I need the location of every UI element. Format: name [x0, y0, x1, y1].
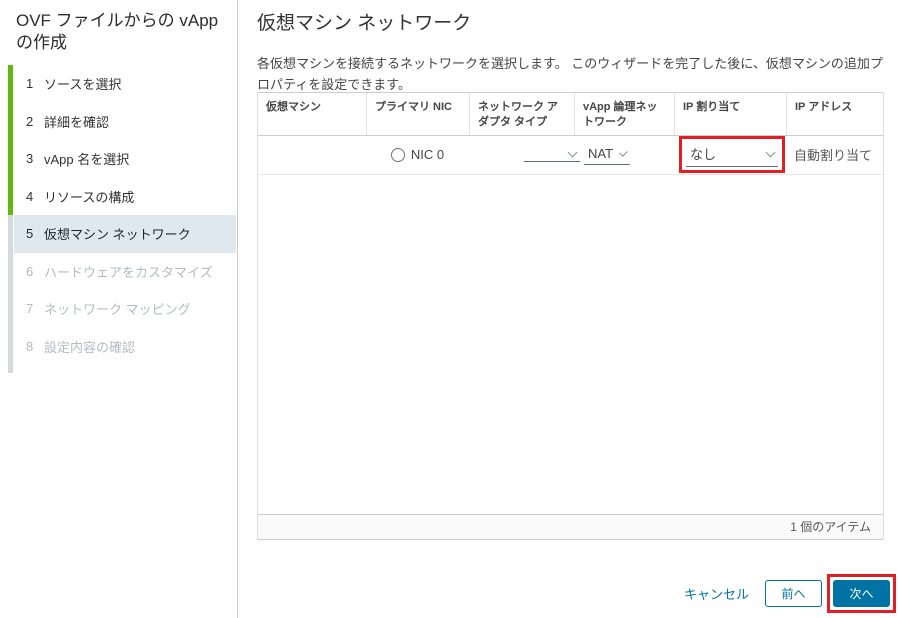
column-header-vm: 仮想マシン [266, 101, 321, 113]
datagrid-footer-count: 1 個のアイテム [258, 514, 883, 540]
page-title: 仮想マシン ネットワーク [257, 13, 472, 34]
next-button[interactable]: 次へ [833, 580, 890, 607]
wizard-sidebar: OVF ファイルからの vApp の作成 1 ソースを選択 2 詳細を確認 3 … [0, 0, 238, 618]
wizard-main-panel: 仮想マシン ネットワーク 各仮想マシンを接続するネットワークを選択します。 この… [238, 0, 898, 618]
step-label: ソースを選択 [44, 77, 122, 93]
step-label: vApp 名を選択 [44, 152, 130, 168]
cell-ip-mode: なし [674, 136, 786, 174]
step-label: 設定内容の確認 [44, 339, 136, 355]
ip-mode-value: なし [690, 147, 717, 163]
column-header-vapp-network: vApp 論理ネットワーク [574, 93, 674, 135]
column-header-adapter-type: ネットワーク アダプタ タイプ [469, 93, 574, 135]
step-configure-resources[interactable]: 4 リソースの構成 [0, 178, 236, 216]
step-select-source[interactable]: 1 ソースを選択 [0, 65, 236, 103]
step-label: ネットワーク マッピング [44, 302, 191, 318]
table-row: NIC 0 NAT なし 自動割り当て [258, 136, 883, 175]
nic0-label: NIC 0 [410, 147, 445, 163]
step-customize-hardware: 6 ハードウェアをカスタマイズ [0, 253, 236, 291]
step-number: 7 [26, 301, 34, 317]
step-number: 4 [26, 188, 34, 204]
step-network-mapping: 7 ネットワーク マッピング [0, 290, 236, 328]
step-review-details[interactable]: 2 詳細を確認 [0, 103, 236, 141]
step-label: 詳細を確認 [44, 114, 110, 130]
column-header-ip-mode: IP 割り当て [674, 93, 786, 135]
chevron-down-icon [765, 147, 776, 158]
wizard-action-buttons: キャンセル 前へ 次へ [684, 574, 896, 613]
chevron-down-icon [619, 148, 628, 157]
cell-ip-address: 自動割り当て [786, 145, 883, 164]
cancel-button[interactable]: キャンセル [684, 584, 749, 603]
step-number: 2 [26, 113, 34, 129]
column-header-primary-nic: プライマリ NIC [366, 93, 469, 135]
back-button[interactable]: 前へ [765, 580, 822, 607]
progress-bar-remaining [8, 215, 13, 373]
page-description: 各仮想マシンを接続するネットワークを選択します。 このウィザードを完了した後に、… [257, 56, 883, 92]
step-number: 6 [26, 263, 34, 279]
red-annotation-box-ip-mode: なし [679, 136, 785, 174]
red-annotation-box-next: 次へ [827, 574, 896, 613]
step-number: 5 [26, 226, 34, 242]
vm-network-datagrid: 仮想マシン プライマリ NIC ネットワーク アダプタ タイプ vApp 論理ネ… [257, 92, 884, 540]
ip-address-value: 自動割り当て [794, 148, 873, 164]
progress-bar-completed [8, 65, 13, 215]
step-number: 8 [26, 338, 34, 354]
cell-primary-nic: NIC 0 [366, 147, 469, 162]
column-header-ip-address: IP アドレス [786, 93, 883, 135]
step-label: 仮想マシン ネットワーク [44, 227, 191, 243]
wizard-steps: 1 ソースを選択 2 詳細を確認 3 vApp 名を選択 4 リソースの構成 5… [0, 65, 236, 373]
step-vm-network-current[interactable]: 5 仮想マシン ネットワーク [14, 215, 236, 253]
ip-mode-select[interactable]: なし [686, 142, 778, 168]
cell-adapter-type [469, 147, 580, 163]
nic0-radio-button[interactable] [390, 147, 405, 162]
vapp-network-value: NAT [588, 146, 614, 162]
datagrid-header: 仮想マシン プライマリ NIC ネットワーク アダプタ タイプ vApp 論理ネ… [258, 92, 883, 136]
step-review-settings: 8 設定内容の確認 [0, 328, 236, 366]
vapp-network-select[interactable]: NAT [584, 144, 630, 166]
cell-vapp-network: NAT [574, 144, 674, 166]
step-number: 1 [26, 76, 34, 92]
step-select-vapp-name[interactable]: 3 vApp 名を選択 [0, 140, 236, 178]
step-number: 3 [26, 151, 34, 167]
step-label: リソースの構成 [44, 189, 135, 205]
step-label: ハードウェアをカスタマイズ [44, 264, 213, 280]
datagrid-empty-area [258, 174, 883, 514]
adapter-type-select[interactable] [524, 147, 580, 163]
wizard-title: OVF ファイルからの vApp の作成 [16, 11, 219, 53]
